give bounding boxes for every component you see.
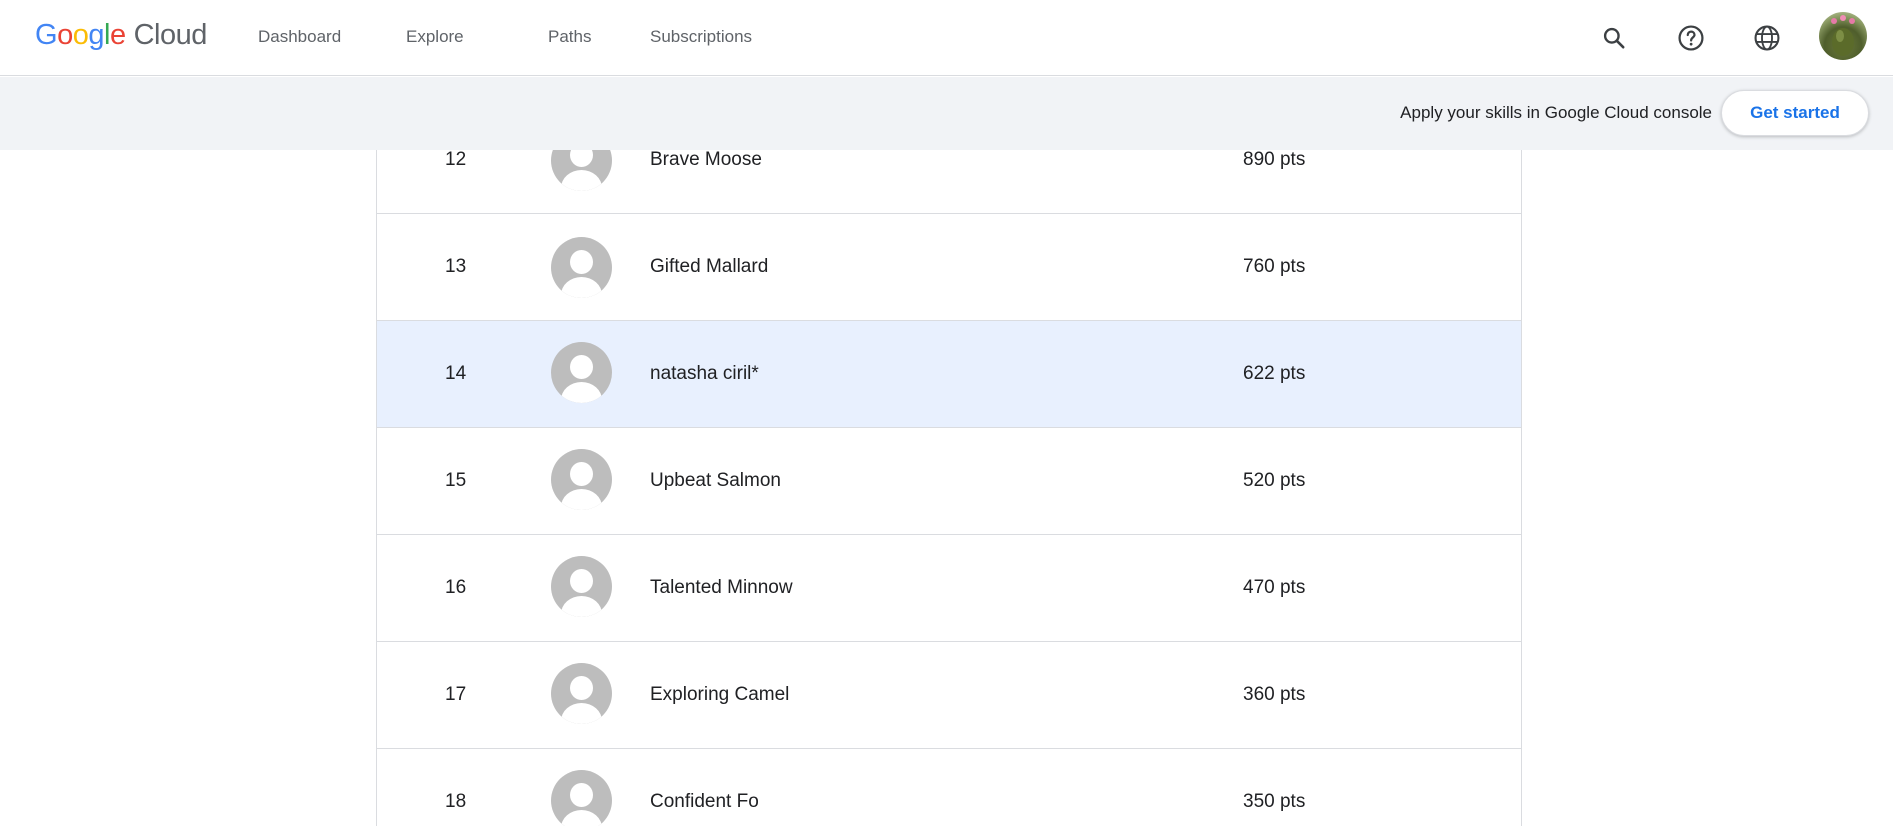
rank-number: 13 xyxy=(445,256,467,277)
player-name: Confident Fo xyxy=(650,791,759,812)
user-avatar[interactable] xyxy=(1819,12,1867,60)
rank-number: 14 xyxy=(445,363,467,384)
player-avatar xyxy=(551,237,612,298)
leaderboard-row[interactable]: 13 Gifted Mallard 760 pts xyxy=(377,214,1521,321)
logo-product-name: Cloud xyxy=(133,19,208,51)
nav-dashboard[interactable]: Dashboard xyxy=(258,27,341,47)
player-points: 622 pts xyxy=(1243,363,1306,384)
player-points: 360 pts xyxy=(1243,684,1306,705)
leaderboard-row[interactable]: 15 Upbeat Salmon 520 pts xyxy=(377,428,1521,535)
player-name: natasha ciril* xyxy=(650,363,759,384)
globe-icon[interactable] xyxy=(1747,18,1787,58)
leaderboard-row[interactable]: 12 Brave Moose 890 pts xyxy=(377,150,1521,214)
help-icon[interactable] xyxy=(1671,18,1711,58)
player-avatar xyxy=(551,770,612,826)
rank-number: 12 xyxy=(445,150,467,170)
leaderboard-row-current-user[interactable]: 14 natasha ciril* 622 pts xyxy=(377,321,1521,428)
player-points: 470 pts xyxy=(1243,577,1306,598)
search-icon[interactable] xyxy=(1594,18,1634,58)
player-avatar xyxy=(551,556,612,617)
leaderboard-row[interactable]: 18 Confident Fo 350 pts xyxy=(377,749,1521,826)
leaderboard-table: 12 Brave Moose 890 pts 13 Gifted Mallard… xyxy=(376,150,1522,826)
player-avatar xyxy=(551,342,612,403)
player-name: Upbeat Salmon xyxy=(650,470,781,491)
rank-number: 15 xyxy=(445,470,467,491)
leaderboard-row[interactable]: 17 Exploring Camel 360 pts xyxy=(377,642,1521,749)
player-name: Brave Moose xyxy=(650,150,762,170)
nav-subscriptions[interactable]: Subscriptions xyxy=(650,27,752,47)
player-avatar xyxy=(551,449,612,510)
top-app-bar: Google Cloud Dashboard Explore Paths Sub… xyxy=(0,0,1893,76)
banner-text: Apply your skills in Google Cloud consol… xyxy=(1400,103,1712,122)
rank-number: 17 xyxy=(445,684,467,705)
player-avatar xyxy=(551,663,612,724)
rank-number: 18 xyxy=(445,791,467,812)
player-points: 890 pts xyxy=(1243,150,1306,170)
player-points: 760 pts xyxy=(1243,256,1306,277)
console-promo-banner: Apply your skills in Google Cloud consol… xyxy=(0,77,1893,150)
nav-explore[interactable]: Explore xyxy=(406,27,464,47)
player-avatar xyxy=(551,150,612,191)
player-name: Talented Minnow xyxy=(650,577,793,598)
leaderboard-row[interactable]: 16 Talented Minnow 470 pts xyxy=(377,535,1521,642)
rank-number: 16 xyxy=(445,577,467,598)
get-started-button[interactable]: Get started xyxy=(1721,90,1869,136)
google-cloud-logo[interactable]: Google Cloud xyxy=(35,19,207,52)
player-points: 350 pts xyxy=(1243,791,1306,812)
player-points: 520 pts xyxy=(1243,470,1306,491)
nav-paths[interactable]: Paths xyxy=(548,27,591,47)
player-name: Gifted Mallard xyxy=(650,256,769,277)
player-name: Exploring Camel xyxy=(650,684,790,705)
